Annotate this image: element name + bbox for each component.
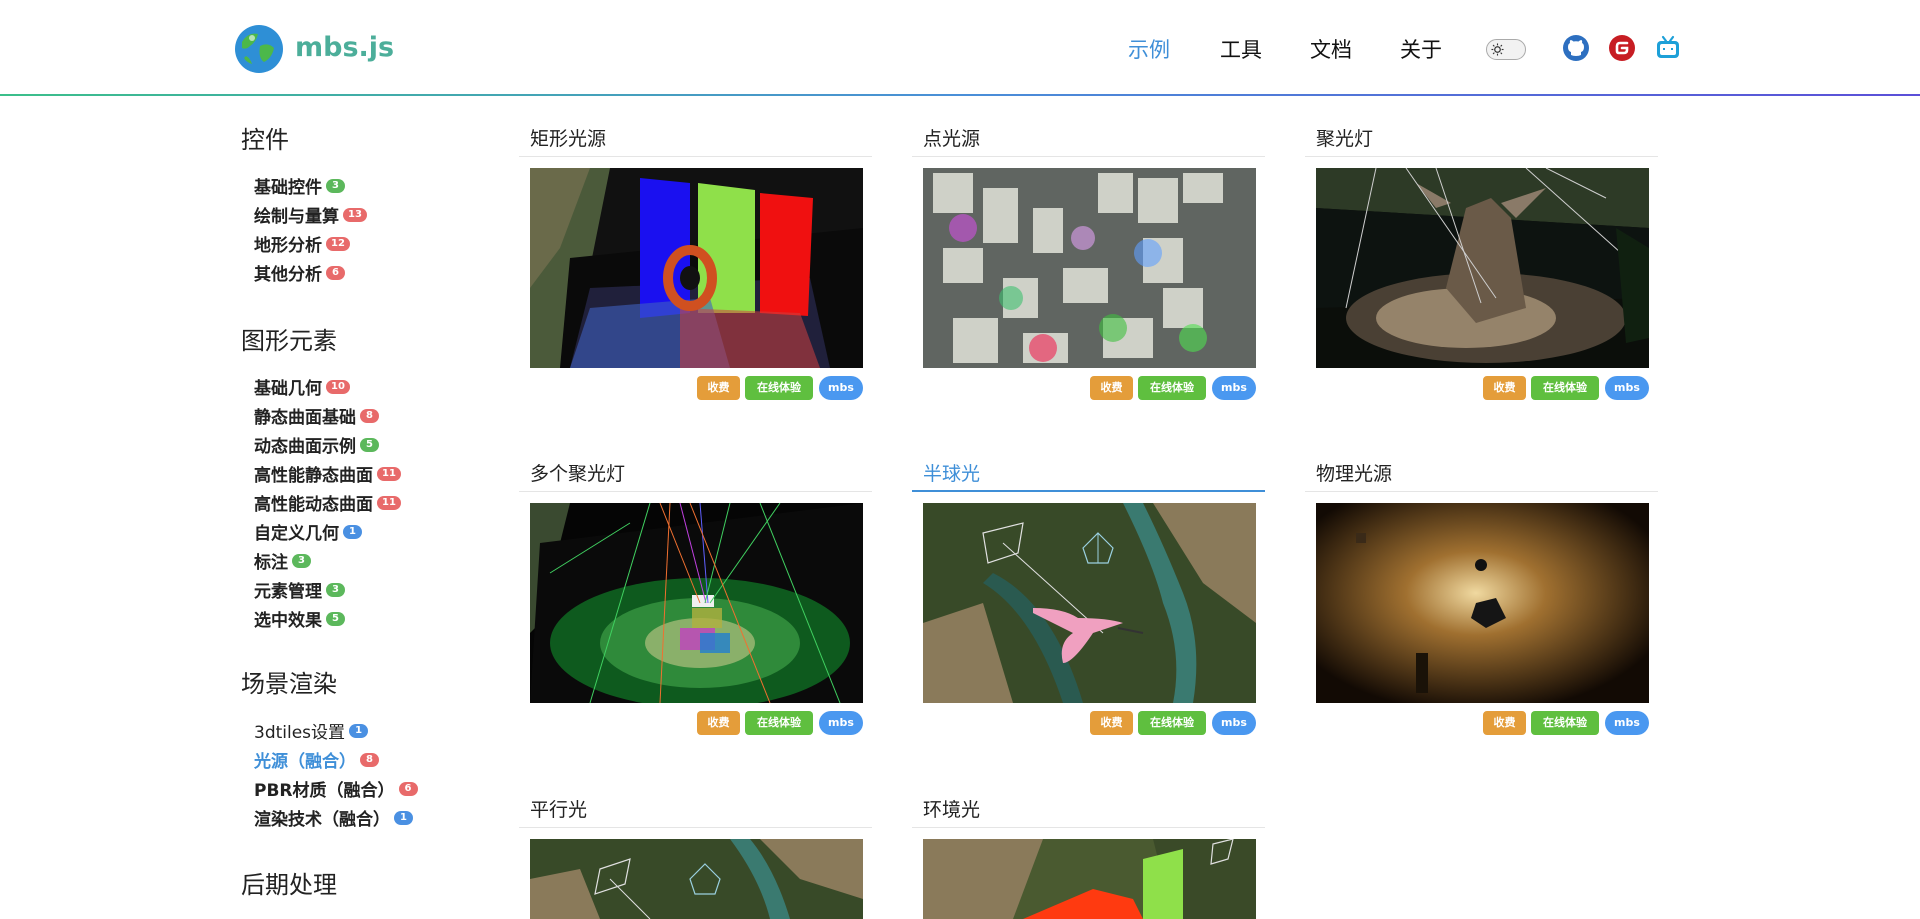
card-title[interactable]: 物理光源 [1316,459,1392,486]
count-badge: 6 [398,781,418,796]
card-title[interactable]: 平行光 [530,795,587,822]
count-badge: 3 [326,178,345,193]
sidebar-item[interactable]: 高性能静态曲面 11 [254,461,401,486]
sidebar-item[interactable]: 绘制与量算 13 [254,202,367,227]
sun-icon [1489,41,1506,58]
sidebar-section-title: 图形元素 [241,327,337,355]
card-thumbnail[interactable] [530,839,863,919]
card-thumbnail[interactable] [530,503,863,703]
bilibili-icon[interactable] [1654,34,1682,62]
card-divider [912,156,1265,157]
try-online-button[interactable]: 在线体验 [1531,376,1599,400]
card-thumbnail[interactable] [923,503,1256,703]
card-title[interactable]: 环境光 [923,795,980,822]
nav-tools[interactable]: 工具 [1220,34,1262,64]
top-header: mbs.js 示例 工具 文档 关于 [0,0,1920,96]
count-badge: 13 [343,207,367,222]
card-title[interactable]: 多个聚光灯 [530,459,625,486]
card-title[interactable]: 矩形光源 [530,124,606,151]
sidebar-item-active[interactable]: 光源（融合） 8 [254,747,379,772]
count-badge: 1 [343,524,362,539]
count-badge: 8 [360,752,379,767]
fee-button[interactable]: 收费 [1483,711,1526,735]
count-badge: 3 [326,582,345,597]
sidebar-section-title: 后期处理 [241,871,337,899]
brand-name[interactable]: mbs.js [295,32,394,63]
mbs-button[interactable]: mbs [819,711,863,735]
sidebar-item[interactable]: 高性能动态曲面 11 [254,490,401,515]
mbs-button[interactable]: mbs [1605,711,1649,735]
card-divider [912,490,1265,492]
try-online-button[interactable]: 在线体验 [745,376,813,400]
try-online-button[interactable]: 在线体验 [1531,711,1599,735]
card-divider [519,156,872,157]
try-online-button[interactable]: 在线体验 [745,711,813,735]
count-badge: 1 [394,810,413,825]
nav-examples[interactable]: 示例 [1128,34,1170,64]
mbs-button[interactable]: mbs [819,376,863,400]
card-divider [519,827,872,828]
card-title[interactable]: 点光源 [923,124,980,151]
count-badge: 8 [360,408,379,423]
gitee-icon[interactable] [1608,34,1636,62]
sidebar-item[interactable]: 其他分析 6 [254,260,345,285]
card-divider [912,827,1265,828]
count-badge: 3 [292,553,311,568]
sidebar-item[interactable]: 基础几何 10 [254,374,350,399]
sidebar-item[interactable]: PBR材质（融合） 6 [254,776,418,801]
nav-docs[interactable]: 文档 [1310,34,1352,64]
sidebar-section-title: 场景渲染 [241,670,337,698]
fee-button[interactable]: 收费 [697,376,740,400]
mbs-button[interactable]: mbs [1212,376,1256,400]
sidebar-item[interactable]: 3dtiles设置 1 [254,718,369,743]
count-badge: 10 [326,379,350,394]
card-thumbnail[interactable] [530,168,863,368]
try-online-button[interactable]: 在线体验 [1138,711,1206,735]
count-badge: 12 [326,236,350,251]
sidebar-item[interactable]: 动态曲面示例 5 [254,432,379,457]
count-badge: 6 [326,265,345,280]
sidebar-item[interactable]: 静态曲面基础 8 [254,403,379,428]
card-divider [1305,491,1658,492]
mbs-button[interactable]: mbs [1212,711,1256,735]
fee-button[interactable]: 收费 [1090,711,1133,735]
card-divider [1305,156,1658,157]
sidebar-item[interactable]: 标注 3 [254,548,311,573]
count-badge: 5 [326,611,345,626]
fee-button[interactable]: 收费 [1483,376,1526,400]
count-badge: 5 [360,437,379,452]
sidebar-item[interactable]: 自定义几何 1 [254,519,362,544]
count-badge: 1 [349,723,369,738]
fee-button[interactable]: 收费 [697,711,740,735]
sidebar-item[interactable]: 选中效果 5 [254,606,345,631]
sidebar-item[interactable]: 地形分析 12 [254,231,350,256]
count-badge: 11 [377,466,401,481]
sidebar-item[interactable]: 元素管理 3 [254,577,345,602]
nav-about[interactable]: 关于 [1400,34,1442,64]
sidebar-item[interactable]: 基础控件 3 [254,173,345,198]
card-thumbnail[interactable] [923,839,1256,919]
header-divider [0,94,1920,96]
count-badge: 11 [377,495,401,510]
card-title[interactable]: 聚光灯 [1316,124,1373,151]
fee-button[interactable]: 收费 [1090,376,1133,400]
card-title[interactable]: 半球光 [923,459,980,486]
logo-globe-icon[interactable] [234,24,284,74]
theme-toggle[interactable] [1486,39,1526,60]
card-thumbnail[interactable] [1316,503,1649,703]
card-thumbnail[interactable] [923,168,1256,368]
github-icon[interactable] [1562,34,1590,62]
sidebar-item[interactable]: 渲染技术（融合） 1 [254,805,413,830]
card-divider [519,491,872,492]
try-online-button[interactable]: 在线体验 [1138,376,1206,400]
card-thumbnail[interactable] [1316,168,1649,368]
sidebar-section-title: 控件 [241,126,289,154]
mbs-button[interactable]: mbs [1605,376,1649,400]
